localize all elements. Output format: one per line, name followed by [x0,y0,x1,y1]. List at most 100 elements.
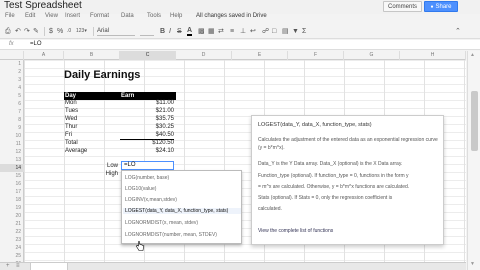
collapse-icon[interactable]: ⌃ [455,27,461,36]
row-header[interactable]: 17 [0,188,24,196]
row-header[interactable]: 8 [0,116,24,124]
row-header[interactable]: 21 [0,220,24,228]
vertical-scrollbar[interactable]: ▲ ▼ [467,51,480,270]
row-header[interactable]: 4 [0,84,24,92]
column-header-g[interactable]: G [344,51,400,60]
average-label-cell[interactable]: Average [65,147,115,155]
menu-format[interactable]: Format [90,13,109,19]
row-header[interactable]: 19 [0,204,24,212]
earn-cell[interactable]: $30.25 [120,123,174,131]
menu-tools[interactable]: Tools [147,13,161,19]
row-header[interactable]: 11 [0,140,24,148]
font-family-select[interactable]: Arial [97,27,135,36]
autocomplete-item[interactable]: LOGNORMDIST(x, mean, stdev) [125,220,198,226]
menu-file[interactable]: File [5,13,15,19]
add-sheet-icon[interactable]: + [6,263,10,269]
row-header[interactable]: 15 [0,172,24,180]
menu-help[interactable]: Help [170,13,182,19]
link-icon[interactable]: ☍ [262,27,269,36]
scroll-down-icon[interactable]: ▼ [470,261,475,267]
earn-cell[interactable]: $40.50 [120,131,174,139]
valign-icon[interactable]: ⊥ [240,27,246,36]
sheet-tab[interactable] [30,263,68,270]
align-icon[interactable]: ≡ [230,27,234,36]
low-label-cell[interactable]: Low [64,162,118,170]
borders-icon[interactable]: ▦ [208,27,215,36]
scroll-up-icon[interactable]: ▲ [470,52,475,58]
average-value-cell[interactable]: $24.10 [120,147,174,155]
column-header-b[interactable]: B [64,51,120,60]
earn-cell[interactable]: $35.75 [120,115,174,123]
select-all-corner[interactable] [0,51,24,60]
day-cell[interactable]: Wed [65,115,115,123]
autocomplete-item-selected[interactable]: LOGEST(data_Y, data_X, function_type, st… [123,208,241,214]
column-header-f[interactable]: F [288,51,344,60]
more-formats-icon[interactable]: 123▾ [76,27,87,36]
row-header[interactable]: 10 [0,132,24,140]
sheet-title-cell[interactable]: Daily Earnings [64,69,140,81]
chart-icon[interactable]: ▤ [282,27,289,36]
redo-icon[interactable]: ↷ [24,27,30,36]
day-cell[interactable]: Thur [65,123,115,131]
font-size-select[interactable] [140,27,154,36]
row-header[interactable]: 5 [0,92,24,100]
bold-icon[interactable]: B [160,27,165,36]
row-header[interactable]: 6 [0,100,24,108]
row-header[interactable]: 7 [0,108,24,116]
menu-insert[interactable]: Insert [65,13,80,19]
menu-view[interactable]: View [45,13,58,19]
text-color-icon[interactable]: A [187,27,193,36]
earn-cell[interactable]: $21.00 [120,107,174,115]
row-header[interactable]: 13 [0,156,24,164]
currency-icon[interactable]: $ [49,27,53,36]
column-header-a[interactable]: A [24,51,64,60]
row-header[interactable]: 24 [0,244,24,252]
share-button[interactable]: ● Share [424,1,458,12]
autocomplete-item[interactable]: LOG10(value) [125,186,156,192]
sheet-list-icon[interactable]: ≡ [16,263,20,269]
comment-icon[interactable]: □ [272,27,276,36]
row-header[interactable]: 18 [0,196,24,204]
row-header[interactable]: 23 [0,236,24,244]
menu-edit[interactable]: Edit [25,13,35,19]
total-label-cell[interactable]: Total [65,139,115,147]
percent-icon[interactable]: % [57,27,63,36]
undo-icon[interactable]: ↶ [15,27,21,36]
active-cell-editor[interactable]: =LO [121,161,174,170]
total-value-cell[interactable]: $120.50 [120,139,174,147]
autocomplete-item[interactable]: LOGINV(x,mean,stdev) [125,197,177,203]
column-header-c[interactable]: C [120,51,176,60]
column-header-d[interactable]: D [176,51,232,60]
autocomplete-item[interactable]: LOGNORMDIST(number, mean, STDEV) [125,232,217,238]
function-icon[interactable]: Σ [302,27,306,36]
scrollbar-thumb[interactable] [471,91,478,151]
high-label-cell[interactable]: High [64,170,118,178]
function-list-link[interactable]: View the complete list of functions [258,228,333,234]
filter-icon[interactable]: ▼ [292,27,299,36]
autocomplete-item[interactable]: LOG(number, base) [125,175,169,181]
row-header[interactable]: 25 [0,252,24,260]
print-icon[interactable]: ⎙ [5,27,11,36]
menu-data[interactable]: Data [121,13,134,19]
row-header[interactable]: 16 [0,180,24,188]
row-header[interactable]: 3 [0,76,24,84]
decimal-icon[interactable]: .0 [67,27,71,36]
italic-icon[interactable]: I [169,27,171,36]
row-header[interactable]: 22 [0,228,24,236]
day-cell[interactable]: Mon [65,99,115,107]
column-header-h[interactable]: H [400,51,466,60]
earn-cell[interactable]: $11.00 [120,99,174,107]
merge-icon[interactable]: ⇄ [218,27,224,36]
row-header[interactable]: 2 [0,68,24,76]
column-header-e[interactable]: E [232,51,288,60]
formula-input[interactable]: =LO [30,41,42,47]
row-header[interactable]: 12 [0,148,24,156]
paint-format-icon[interactable]: ✎ [33,27,39,36]
row-header[interactable]: 20 [0,212,24,220]
wrap-icon[interactable]: ↩ [250,27,256,36]
row-header[interactable]: 1 [0,60,24,68]
day-cell[interactable]: Tues [65,107,115,115]
comments-button[interactable]: Comments [383,1,423,12]
day-cell[interactable]: Fri [65,131,115,139]
strikethrough-icon[interactable]: S [177,27,182,36]
